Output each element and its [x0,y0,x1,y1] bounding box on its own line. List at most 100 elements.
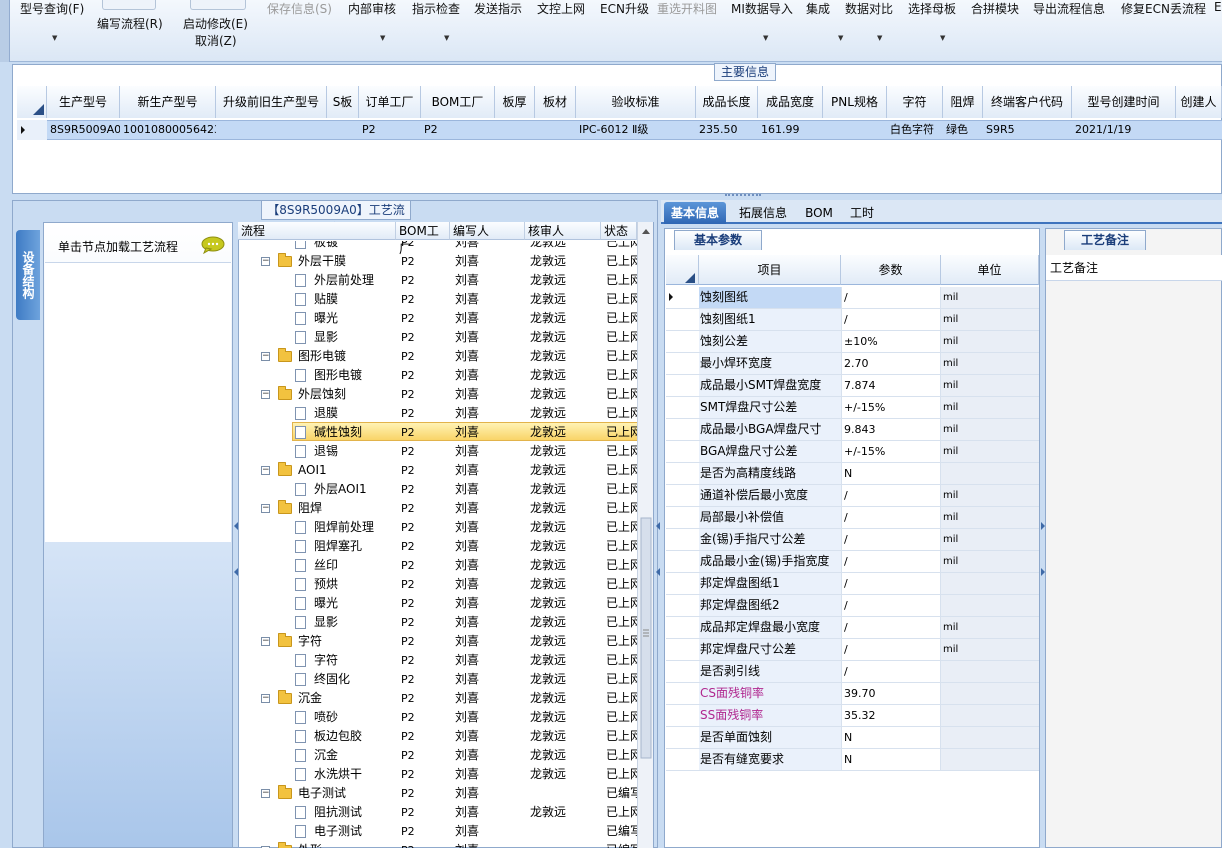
params-column-header[interactable]: 项目 [699,255,841,285]
tree-row[interactable]: 阻焊塞孔 P2 刘喜 龙敦远 已上网 [238,537,638,556]
tree-column-header[interactable]: 编写人 [450,222,525,240]
tree-row[interactable]: 丝印 P2 刘喜 龙敦远 已上网 [238,556,638,575]
param-row[interactable]: 是否剥引线 / [666,661,1039,683]
dropdown-arrow-icon[interactable]: ▼ [940,34,945,42]
param-value[interactable]: / [841,551,940,572]
collapse-icon[interactable]: − [261,694,270,703]
main-info-cell[interactable]: 161.99 [761,120,823,140]
collapse-icon[interactable]: − [261,504,270,513]
tree-row[interactable]: − AOI1 P2 刘喜 龙敦远 已上网 [238,461,638,480]
param-row[interactable]: 蚀刻公差 ±10% mil [666,331,1039,353]
main-info-cell[interactable]: 235.50 [699,120,758,140]
device-structure-tab[interactable]: 设备结构 [16,230,40,320]
param-value[interactable]: N [841,727,940,748]
param-row[interactable]: 是否有缝宽要求 N [666,749,1039,771]
detail-tab[interactable]: 工时 [842,202,882,224]
param-value[interactable]: / [841,507,940,528]
tree-row[interactable]: 退膜 P2 刘喜 龙敦远 已上网 [238,404,638,423]
toolbar-item[interactable]: 合拼模块 [971,0,1019,17]
toolbar-item[interactable]: 数据对比 [845,0,893,17]
tree-row[interactable]: 贴膜 P2 刘喜 龙敦远 已上网 [238,290,638,309]
param-row[interactable]: SS面残铜率 35.32 [666,705,1039,727]
main-info-cell[interactable] [330,120,359,140]
tree-row[interactable]: 水洗烘干 P2 刘喜 龙敦远 已上网 [238,765,638,784]
main-info-column-header[interactable]: 终端客户代码 [983,86,1072,118]
tree-row[interactable]: 预烘 P2 刘喜 龙敦远 已上网 [238,575,638,594]
tree-row[interactable]: 碱性蚀刻 P2 刘喜 龙敦远 已上网 [238,423,638,442]
process-note-field[interactable]: 工艺备注 [1046,255,1222,281]
params-column-header[interactable]: 参数 [841,255,941,285]
param-value[interactable]: 9.843 [841,419,940,440]
param-row[interactable]: 最小焊环宽度 2.70 mil [666,353,1039,375]
param-row[interactable]: SMT焊盘尺寸公差 +/-15% mil [666,397,1039,419]
param-row[interactable]: BGA焊盘尺寸公差 +/-15% mil [666,441,1039,463]
tree-row[interactable]: 沉金 P2 刘喜 龙敦远 已上网 [238,746,638,765]
tree-row[interactable]: 外层AOI1 P2 刘喜 龙敦远 已上网 [238,480,638,499]
dropdown-arrow-icon[interactable]: ▼ [838,34,843,42]
param-value[interactable]: N [841,463,940,484]
toolbar-item[interactable]: 导出流程信息 [1033,0,1105,17]
main-info-column-header[interactable]: 板材 [535,86,576,118]
main-info-cell[interactable]: 绿色 [946,120,983,140]
main-info-cell[interactable]: P2 [424,120,495,140]
toolbar-item[interactable]: 发送指示 [474,0,522,17]
main-info-cell[interactable]: S9R5 [986,120,1072,140]
device-structure-list[interactable] [45,262,231,542]
toolbar-item[interactable]: MI数据导入 [731,0,793,17]
main-info-cell[interactable] [538,120,576,140]
param-value[interactable]: +/-15% [841,397,940,418]
main-info-column-header[interactable]: 新生产型号 [120,86,216,118]
basic-params-tab[interactable]: 基本参数 [674,230,762,250]
param-value[interactable]: / [841,287,940,308]
param-row[interactable]: 是否为高精度线路 N [666,463,1039,485]
tree-column-header[interactable]: 流程 [238,222,396,240]
param-row[interactable]: 成品最小SMT焊盘宽度 7.874 mil [666,375,1039,397]
tree-row[interactable]: 板边包胶 P2 刘喜 龙敦远 已上网 [238,727,638,746]
collapse-icon[interactable]: − [261,352,270,361]
param-value[interactable]: / [841,529,940,550]
tree-column-header[interactable]: 核审人 [525,222,601,240]
main-info-cell[interactable]: 白色字符 [890,120,943,140]
collapse-icon[interactable]: − [261,637,270,646]
param-row[interactable]: CS面残铜率 39.70 [666,683,1039,705]
tree-row[interactable]: 显影 P2 刘喜 龙敦远 已上网 [238,328,638,347]
collapse-icon[interactable]: − [261,466,270,475]
tree-row[interactable]: 阻焊前处理 P2 刘喜 龙敦远 已上网 [238,518,638,537]
param-row[interactable]: 成品最小金(锡)手指宽度 / mil [666,551,1039,573]
main-info-column-header[interactable]: 创建人 [1176,86,1222,118]
main-info-column-header[interactable]: 成品宽度 [758,86,823,118]
param-row[interactable]: 蚀刻图纸1/mil [666,309,1039,331]
start-modify-button[interactable]: 启动修改(E) [183,15,248,32]
tree-row[interactable]: − 字符 P2 刘喜 龙敦远 已上网 [238,632,638,651]
detail-tab[interactable]: 拓展信息 [732,202,794,224]
main-info-cell[interactable]: IPC-6012 Ⅱ级 [579,120,696,140]
param-value[interactable]: N [841,749,940,770]
main-info-column-header[interactable]: PNL规格 [823,86,887,118]
main-info-cell[interactable] [219,120,327,140]
toolbar-item[interactable]: 重选开料图 [657,0,717,17]
toolbar-item[interactable]: 指示检查 [412,0,460,17]
main-info-column-header[interactable]: BOM工厂 [421,86,495,118]
dropdown-arrow-icon[interactable]: ▼ [877,34,882,42]
tree-scrollbar[interactable] [637,222,653,848]
tree-row[interactable]: − 外层蚀刻 P2 刘喜 龙敦远 已上网 [238,385,638,404]
edit-flow-button[interactable]: 编写流程(R) [97,15,163,32]
tree-row[interactable]: 喷砂 P2 刘喜 龙敦远 已上网 [238,708,638,727]
main-info-column-header[interactable]: 字符 [887,86,943,118]
main-info-column-header[interactable]: S板 [327,86,359,118]
param-row[interactable]: 成品邦定焊盘最小宽度 / mil [666,617,1039,639]
collapse-icon[interactable]: − [261,789,270,798]
param-row[interactable]: 成品最小BGA焊盘尺寸 9.843 mil [666,419,1039,441]
toolbar-item[interactable]: E [1214,0,1222,14]
param-row[interactable]: 局部最小补偿值 / mil [666,507,1039,529]
param-row[interactable]: 金(锡)手指尺寸公差 / mil [666,529,1039,551]
param-row[interactable]: 是否单面蚀刻 N [666,727,1039,749]
main-info-column-header[interactable]: 验收标准 [576,86,696,118]
main-info-cell[interactable]: P2 [362,120,421,140]
main-info-column-header[interactable]: 订单工厂 [359,86,421,118]
cancel-button[interactable]: 取消(Z) [195,32,237,49]
tree-row[interactable]: 显影 P2 刘喜 龙敦远 已上网 [238,613,638,632]
param-value[interactable]: / [841,617,940,638]
tree-row[interactable]: 字符 P2 刘喜 龙敦远 已上网 [238,651,638,670]
toolbar-item[interactable]: 保存信息(S) [267,0,332,17]
